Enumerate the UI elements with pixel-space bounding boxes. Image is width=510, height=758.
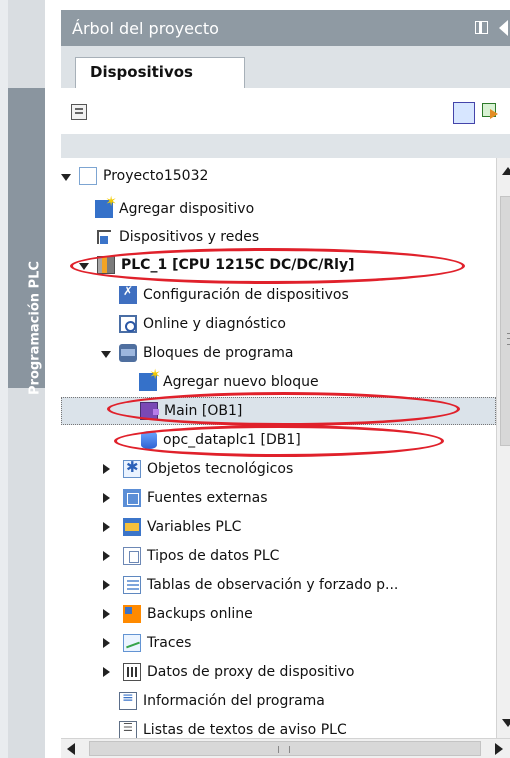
traces-icon [123,634,141,652]
data-block-icon [141,431,157,449]
tree-item-plc-1[interactable]: PLC_1 [CPU 1215C DC/DC/Rly] [61,251,496,279]
tree-item-label: Agregar nuevo bloque [163,374,319,390]
tree-item-label: Tablas de observación y forzado p... [147,577,399,593]
add-block-icon [139,367,161,391]
tree-item-label: Backups online [147,606,253,622]
tree-item-add-device[interactable]: Agregar dispositivo [61,194,496,223]
tree-item-label: Agregar dispositivo [119,201,255,217]
scroll-grip-icon [278,746,290,753]
watch-tables-icon [123,576,141,594]
expand-toggle-icon[interactable] [61,173,71,181]
tree-item-label: Online y diagnóstico [143,316,286,332]
new-folder-icon[interactable] [71,104,87,120]
plc-message-text-lists-icon [119,721,137,738]
horizontal-scroll-thumb[interactable] [89,741,481,756]
online-diagnostics-icon [119,315,137,333]
tree-item-online-diagnostics[interactable]: Online y diagnóstico [61,310,496,338]
online-backups-icon [123,605,141,623]
main-ob-icon [140,402,159,420]
collapse-toggle-icon[interactable] [103,638,113,648]
tree-item-technology-objects[interactable]: Objetos tecnológicos [61,455,496,483]
tree-item-program-blocks[interactable]: Bloques de programa [61,339,496,367]
program-blocks-icon [119,344,137,362]
scroll-right-icon[interactable] [495,743,503,755]
tree-item-label: Configuración de dispositivos [143,287,349,303]
tree-item-device-configuration[interactable]: Configuración de dispositivos [61,281,496,309]
vertical-tab-plc-programming[interactable]: Programación PLC [8,88,45,395]
refresh-tree-icon[interactable] [482,103,500,121]
tab-devices[interactable]: Dispositivos [75,57,245,89]
tree-item-label: Fuentes externas [147,490,268,506]
left-edge-strip [0,0,8,758]
device-proxy-data-icon [123,663,141,681]
program-info-icon [119,690,137,710]
tree-item-label: Proyecto15032 [103,168,209,184]
tree-item-label: Datos de proxy de dispositivo [147,664,355,680]
project-tree-panel: Árbol del proyecto Dispositivos Proyecto… [45,0,510,758]
tree-item-devices-networks[interactable]: Dispositivos y redes [61,223,496,251]
tree-item-watch-force-tables[interactable]: Tablas de observación y forzado p... [61,571,496,599]
maximize-icon[interactable] [475,21,488,34]
expand-toggle-icon[interactable] [79,262,89,270]
add-device-icon [95,194,117,218]
tree-item-project[interactable]: Proyecto15032 [61,162,496,190]
tree-item-plc-tags[interactable]: Variables PLC [61,513,496,541]
device-config-icon [119,284,137,304]
tab-devices-label: Dispositivos [90,63,193,81]
external-sources-icon [123,489,141,507]
tree-item-main-ob1[interactable]: Main [OB1] [61,397,496,425]
collapse-toggle-icon[interactable] [103,580,113,590]
collapse-toggle-icon[interactable] [103,551,113,561]
left-vertical-tabbar: Programación PLC [0,0,45,758]
expand-toggle-icon[interactable] [101,350,111,358]
scroll-down-icon[interactable] [502,719,510,727]
tree-item-label: PLC_1 [CPU 1215C DC/DC/Rly] [121,257,355,273]
tree-item-online-backups[interactable]: Backups online [61,600,496,628]
tree-item-label: Tipos de datos PLC [147,548,280,564]
tree-item-label: Información del programa [143,693,325,709]
collapse-left-icon[interactable] [499,20,508,36]
collapse-toggle-icon[interactable] [103,464,113,474]
tree-item-program-info[interactable]: Información del programa [61,687,496,715]
tree-item-label: Objetos tecnológicos [147,461,294,477]
horizontal-scrollbar[interactable] [61,738,510,758]
network-icon [95,228,113,246]
tree-item-label: opc_dataplc1 [DB1] [163,432,301,448]
project-icon [79,167,97,185]
tree-item-label: Main [OB1] [164,403,243,419]
tree-item-label: Traces [147,635,192,651]
tree-item-label: Bloques de programa [143,345,294,361]
project-tree: Proyecto15032 Agregar dispositivo Dispos… [61,158,496,738]
vertical-scrollbar[interactable] [496,158,510,738]
scroll-up-icon[interactable] [502,167,510,175]
panel-title: Árbol del proyecto [72,19,219,38]
tree-item-label: Dispositivos y redes [119,229,260,245]
toolbar [61,88,510,134]
overview-view-icon[interactable] [453,102,475,124]
tree-item-external-sources[interactable]: Fuentes externas [61,484,496,512]
collapse-toggle-icon[interactable] [103,493,113,503]
tree-item-plc-data-types[interactable]: Tipos de datos PLC [61,542,496,570]
tree-item-label: Variables PLC [147,519,242,535]
tree-item-plc-message-text-lists[interactable]: Listas de textos de aviso PLC [61,716,496,738]
plc-icon [97,256,115,274]
plc-data-types-icon [123,547,141,565]
panel-titlebar: Árbol del proyecto [61,10,510,46]
technology-objects-icon [123,458,141,478]
collapse-toggle-icon[interactable] [103,609,113,619]
vertical-scroll-thumb[interactable] [500,196,510,446]
tree-item-opc-dataplc1[interactable]: opc_dataplc1 [DB1] [61,426,496,454]
collapse-toggle-icon[interactable] [103,667,113,677]
tab-strip: Dispositivos [61,46,510,89]
tree-item-traces[interactable]: Traces [61,629,496,657]
toolbar-divider [61,134,510,158]
scroll-left-icon[interactable] [67,743,75,755]
tree-item-label: Listas de textos de aviso PLC [143,722,347,738]
collapse-toggle-icon[interactable] [103,522,113,532]
plc-tags-icon [123,518,141,536]
tree-item-device-proxy-data[interactable]: Datos de proxy de dispositivo [61,658,496,686]
tree-item-add-new-block[interactable]: Agregar nuevo bloque [61,367,496,396]
